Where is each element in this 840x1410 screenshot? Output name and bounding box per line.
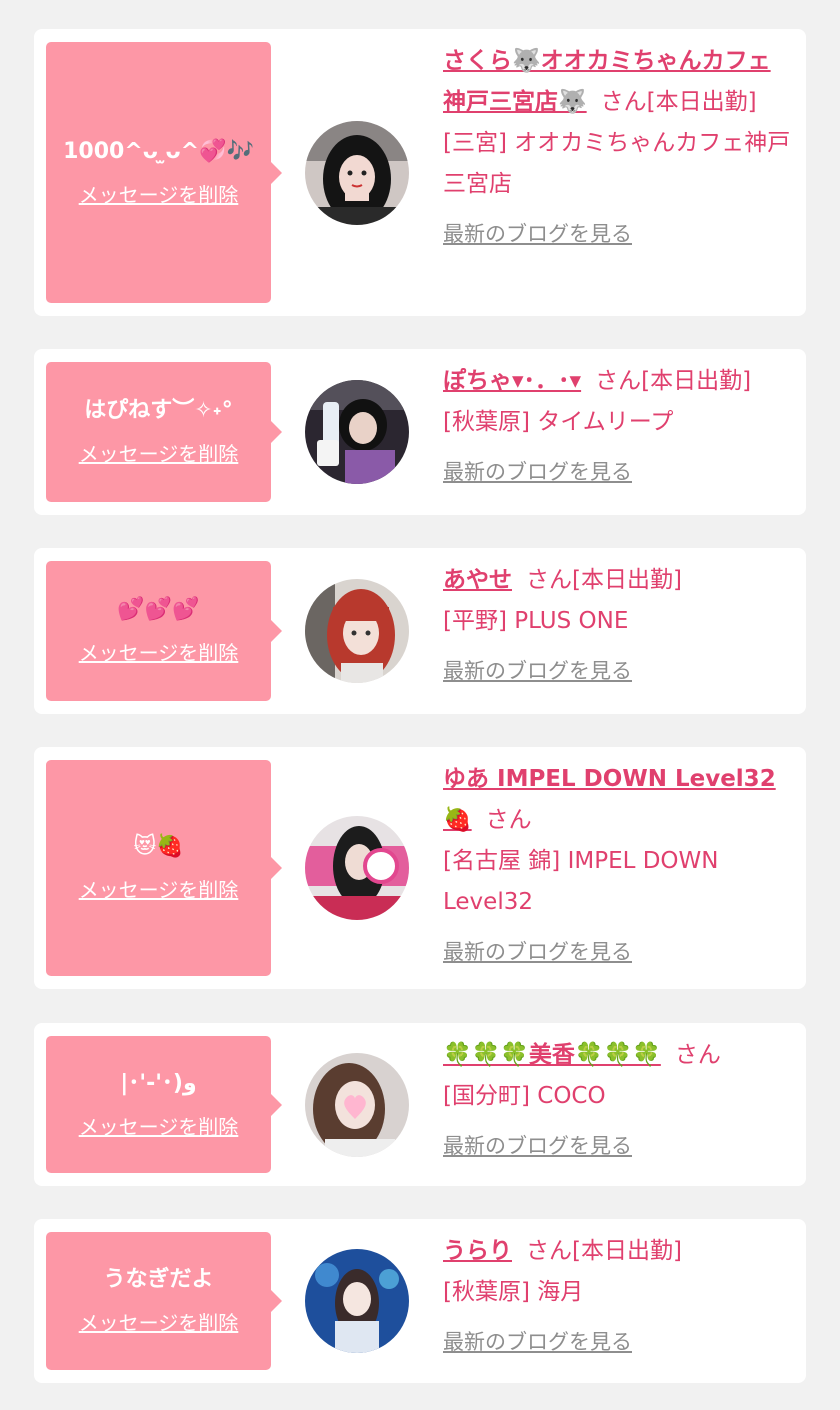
girl-info: さくら🐺オオカミちゃんカフェ神戸三宮店🐺 さん[本日出勤] [三宮] オオカミちゃ… <box>443 41 793 249</box>
girl-info: ぽちゃ▾･．･▾ さん[本日出勤] [秋葉原] タイムリープ 最新のブログを見る <box>443 361 793 487</box>
avatar[interactable] <box>305 121 409 225</box>
attendance-status: [本日出勤] <box>572 1238 682 1264</box>
shop-name: [三宮] オオカミちゃんカフェ神戸三宮店 <box>443 130 791 197</box>
avatar-photo <box>305 1053 409 1157</box>
honorific: さん <box>526 1238 572 1264</box>
list-item: 💕💕💕 メッセージを削除 あやせ さん[本日出勤] [平野] PLUS ONE 最… <box>34 548 806 714</box>
girl-name-link[interactable]: 🍀🍀🍀美香🍀🍀🍀 <box>443 1042 661 1068</box>
avatar-photo <box>305 579 409 683</box>
avatar-photo <box>305 1249 409 1353</box>
delete-message-link[interactable]: メッセージを削除 <box>79 876 239 904</box>
girl-info: うらり さん[本日出勤] [秋葉原] 海月 最新のブログを見る <box>443 1231 793 1357</box>
avatar[interactable] <box>305 816 409 920</box>
latest-blog-link[interactable]: 最新のブログを見る <box>443 937 632 967</box>
attendance-status: [本日出勤] <box>646 89 757 115</box>
latest-blog-link[interactable]: 最新のブログを見る <box>443 457 632 487</box>
delete-message-link[interactable]: メッセージを削除 <box>79 181 239 209</box>
delete-message-link[interactable]: メッセージを削除 <box>79 1309 239 1337</box>
avatar[interactable] <box>305 1249 409 1353</box>
avatar[interactable] <box>305 1053 409 1157</box>
girl-name-link[interactable]: ぽちゃ▾･．･▾ <box>443 368 581 394</box>
attendance-status: [本日出勤] <box>572 567 682 593</box>
girl-info: あやせ さん[本日出勤] [平野] PLUS ONE 最新のブログを見る <box>443 560 793 686</box>
latest-blog-link[interactable]: 最新のブログを見る <box>443 1131 632 1161</box>
honorific: さん <box>600 89 647 115</box>
girl-name-link[interactable]: うらり <box>443 1238 512 1264</box>
girl-info: 🍀🍀🍀美香🍀🍀🍀 さん [国分町] COCO 最新のブログを見る <box>443 1035 793 1161</box>
honorific: さん <box>485 807 532 833</box>
girl-info: ゆあ IMPEL DOWN Level32 🍓 さん [名古屋 錦] IMPEL … <box>443 759 793 967</box>
list-item: 😻🍓 メッセージを削除 ゆあ IMPEL DOWN Level32 🍓 さん [名… <box>34 747 806 989</box>
message-bubble: うなぎだよ メッセージを削除 <box>46 1232 282 1370</box>
message-bubble: 💕💕💕 メッセージを削除 <box>46 561 282 701</box>
shop-name: [秋葉原] タイムリープ <box>443 409 674 435</box>
attendance-status: [本日出勤] <box>641 368 752 394</box>
list-item: |･'-'･)و メッセージを削除 🍀🍀🍀美香🍀🍀🍀 さん [国分町] COCO … <box>34 1023 806 1186</box>
latest-blog-link[interactable]: 最新のブログを見る <box>443 1327 632 1357</box>
message-bubble: 😻🍓 メッセージを削除 <box>46 760 282 976</box>
message-text: |･'-'･)و <box>120 1070 197 1096</box>
girl-name-link[interactable]: あやせ <box>443 567 512 593</box>
honorific: さん <box>674 1042 721 1068</box>
message-list: 1000^ᴗ ̫ᴗ^💞🎶 メッセージを削除 さくら🐺オオカミちゃんカフェ神戸三宮… <box>0 0 840 1410</box>
avatar[interactable] <box>305 579 409 683</box>
shop-name: [国分町] COCO <box>443 1083 606 1109</box>
message-text: うなぎだよ <box>103 1267 214 1292</box>
list-item: うなぎだよ メッセージを削除 うらり さん[本日出勤] [秋葉原] 海月 最新のブ… <box>34 1219 806 1383</box>
shop-name: [名古屋 錦] IMPEL DOWN Level32 <box>443 848 719 915</box>
list-item: はぴねす︶✧˖° メッセージを削除 ぽちゃ▾･．･▾ さん[本日出勤] [秋葉原]… <box>34 349 806 515</box>
message-text: 1000^ᴗ ̫ᴗ^💞🎶 <box>63 138 254 164</box>
shop-name: [秋葉原] 海月 <box>443 1279 584 1305</box>
delete-message-link[interactable]: メッセージを削除 <box>79 1113 239 1141</box>
message-text: はぴねす︶✧˖° <box>84 398 233 423</box>
avatar[interactable] <box>305 380 409 484</box>
message-text: 😻🍓 <box>133 834 184 859</box>
message-bubble: はぴねす︶✧˖° メッセージを削除 <box>46 362 282 502</box>
honorific: さん <box>526 567 572 593</box>
latest-blog-link[interactable]: 最新のブログを見る <box>443 219 632 249</box>
shop-name: [平野] PLUS ONE <box>443 608 629 634</box>
avatar-photo <box>305 380 409 484</box>
honorific: さん <box>595 368 642 394</box>
message-text: 💕💕💕 <box>117 597 200 622</box>
avatar-photo <box>305 816 409 920</box>
latest-blog-link[interactable]: 最新のブログを見る <box>443 656 632 686</box>
message-bubble: |･'-'･)و メッセージを削除 <box>46 1036 282 1173</box>
delete-message-link[interactable]: メッセージを削除 <box>79 440 239 468</box>
avatar-photo <box>305 121 409 225</box>
message-bubble: 1000^ᴗ ̫ᴗ^💞🎶 メッセージを削除 <box>46 42 282 303</box>
delete-message-link[interactable]: メッセージを削除 <box>79 639 239 667</box>
list-item: 1000^ᴗ ̫ᴗ^💞🎶 メッセージを削除 さくら🐺オオカミちゃんカフェ神戸三宮… <box>34 29 806 316</box>
